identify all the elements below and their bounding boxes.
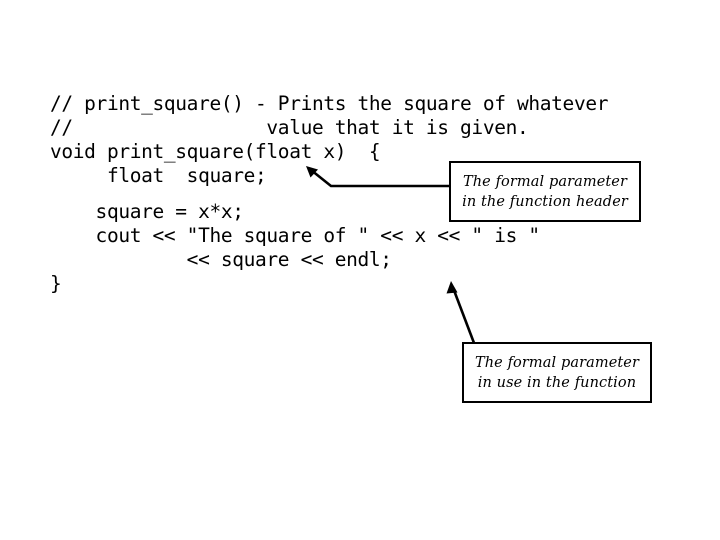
code-line-cout-2: << square << endl; xyxy=(50,248,392,271)
callout-header-line-1: The formal parameter xyxy=(462,173,628,190)
callout-formal-parameter-use[interactable]: The formal parameter in use in the funct… xyxy=(462,342,652,403)
callout-formal-parameter-header[interactable]: The formal parameter in the function hea… xyxy=(449,161,641,222)
callout-body-line-2: in use in the function xyxy=(477,374,637,391)
code-line-close-brace: } xyxy=(50,272,62,295)
slide-canvas: // print_square() - Prints the square of… xyxy=(0,0,720,540)
code-line-cout-1: cout << "The square of " << x << " is " xyxy=(50,224,541,247)
callout-body-line-1: The formal parameter xyxy=(474,354,640,371)
code-line-comment-2: // value that it is given. xyxy=(50,116,529,139)
code-line-comment-1: // print_square() - Prints the square of… xyxy=(50,92,609,115)
callout-header-line-2: in the function header xyxy=(462,193,628,210)
